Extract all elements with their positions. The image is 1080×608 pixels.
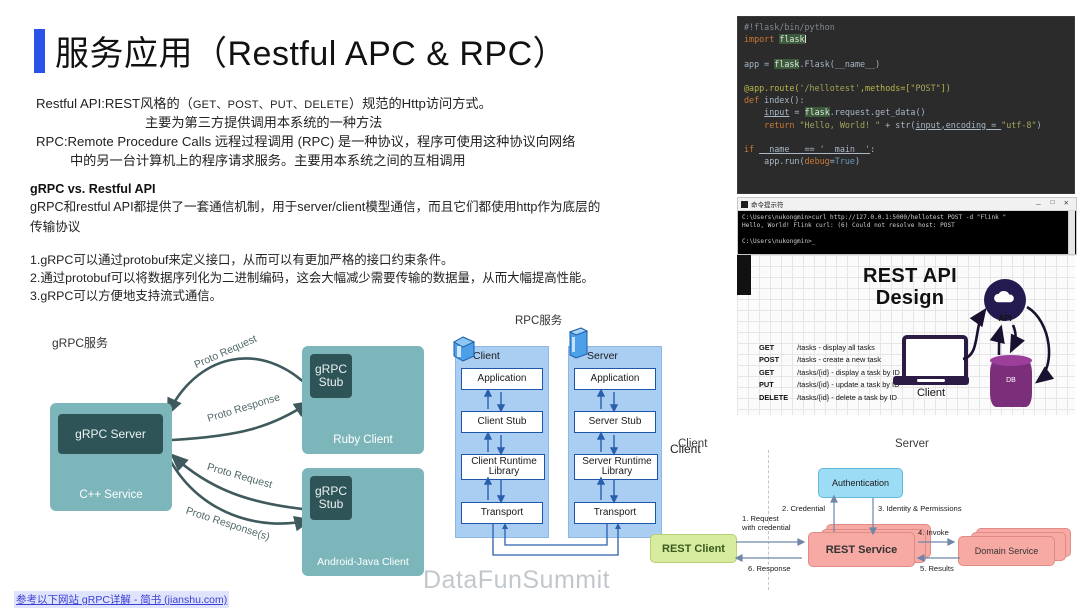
terminal-line-0: C:\Users\nukongmin>curl http://127.0.0.1… <box>742 214 1007 221</box>
flow-step-6: 6. Response <box>748 564 791 573</box>
grpc-android-caption: Android-Java Client <box>317 556 409 568</box>
code-line-1: import flask <box>744 34 806 45</box>
terminal-title: 命令提示符 <box>751 202 784 209</box>
title-accent-bar <box>34 28 45 73</box>
paragraph-line-1: Restful API:REST风格的（GET、POST、PUT、DELETE）… <box>36 96 492 111</box>
terminal-title-bar: 命令提示符 － □ ✕ <box>738 198 1076 211</box>
close-icon[interactable]: ✕ <box>1064 199 1069 209</box>
minimize-icon[interactable]: － <box>1035 199 1042 209</box>
section-line-1: gRPC和restful API都提供了一套通信机制，用于server/clie… <box>30 200 601 214</box>
section-heading: gRPC vs. Restful API <box>30 182 156 196</box>
grpc-server-caption: C++ Service <box>79 489 143 501</box>
code-line-10: if __name__ == '__main__': <box>744 144 876 155</box>
title-text: 服务应用（Restful APC & RPC） <box>55 35 568 73</box>
bullet-item-3: 3.gRPC可以方便地支持流式通信。 <box>30 289 223 303</box>
grpc-ruby-stub: gRPC Stub <box>310 354 352 398</box>
code-line-6: def index(): <box>744 95 805 106</box>
grpc-ruby-caption: Ruby Client <box>333 434 393 446</box>
code-line-3: app = flask.Flask(__name__) <box>744 58 881 69</box>
terminal-output: C:\Users\nukongmin>curl http://127.0.0.1… <box>738 211 1076 254</box>
code-line-0: #!flask/bin/python <box>744 22 835 32</box>
rest-service-flow-diagram: Client Server Authentication REST Servic… <box>630 428 1080 603</box>
rest-api-arrows <box>962 305 1055 384</box>
terminal-scrollbar[interactable] <box>1068 211 1075 254</box>
terminal-line-1: Hello, World! Flink curl: (6) Could not … <box>742 222 955 229</box>
code-line-5: @app.route('/hellotest',methods=["POST"]… <box>744 83 951 94</box>
terminal-window[interactable]: 命令提示符 － □ ✕ C:\Users\nukongmin>curl http… <box>737 197 1077 255</box>
page-title: 服务应用（Restful APC & RPC） <box>34 26 567 75</box>
paragraph-line-4: 中的另一台计算机上的程序请求服务。主要用本系统之间的互相调用 <box>70 153 466 168</box>
code-line-8: return "Hello, World! " + str(input,enco… <box>764 119 1042 130</box>
flow-step-3: 3. Identity & Permissions <box>878 504 962 513</box>
flow-arrows <box>734 494 960 562</box>
flow-step-1: 1. Request with credential <box>742 514 791 532</box>
rest-api-design-image: REST API Design GET/tasks - display all … <box>737 255 1075 415</box>
grpc-diagram: gRPC服务 C++ Service gRPC Server Ruby Clie… <box>20 318 450 588</box>
terminal-icon <box>741 200 748 208</box>
flow-step-2: 2. Credential <box>782 504 826 513</box>
grpc-server-inner: gRPC Server <box>58 414 163 454</box>
flow-step-5: 5. Results <box>920 564 954 573</box>
grpc-android-stub: gRPC Stub <box>310 476 352 520</box>
section-line-2: 传输协议 <box>30 220 81 234</box>
reference-link[interactable]: 参考以下网站 gRPC详解 - 简书 (jianshu.com) <box>14 591 230 608</box>
terminal-window-controls[interactable]: － □ ✕ <box>1035 199 1073 209</box>
terminal-line-3: C:\Users\nukongmin>_ <box>742 238 816 245</box>
maximize-icon[interactable]: □ <box>1051 199 1055 209</box>
bullet-item-2: 2.通过protobuf可以将数据序列化为二进制编码，这会大幅减少需要传输的数据… <box>30 271 594 285</box>
code-editor[interactable]: #!flask/bin/python import flask app = fl… <box>737 16 1075 194</box>
paragraph-line-2: 主要为第三方提供调用本系统的一种方法 <box>145 115 383 130</box>
code-line-11: app.run(debug=True) <box>744 156 860 167</box>
paragraph-line-3: RPC:Remote Procedure Calls 远程过程调用 (RPC) … <box>36 134 576 149</box>
flow-step-4: 4. Invoke <box>918 528 949 537</box>
code-line-7: input = flask.request.get_data() <box>764 107 926 118</box>
bullet-item-1: 1.gRPC可以通过protobuf来定义接口，从而可以有更加严格的接口约束条件… <box>30 253 454 267</box>
